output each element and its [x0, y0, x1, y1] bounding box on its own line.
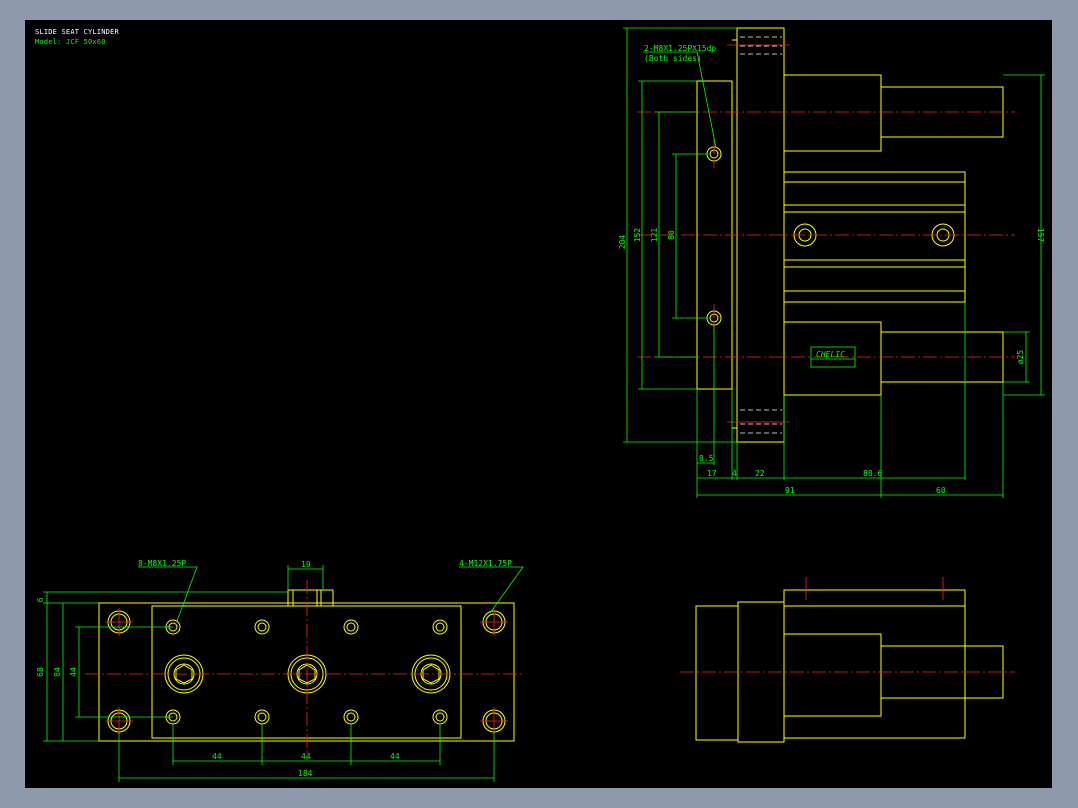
dim-8-5: 8.5 — [699, 454, 714, 463]
dim-4: 4 — [732, 469, 737, 478]
dim-91: 91 — [785, 486, 795, 495]
note-m8: 8-M8X1.25P — [138, 559, 186, 568]
side-view: CHELIC 2-M8X1.25PX15dp (Both sides) 204 … — [618, 27, 1045, 498]
dim-44-a: 44 — [212, 752, 222, 761]
dim-80: 80 — [667, 230, 676, 240]
top-view: 8-M8X1.25P 4-M12X1.75P 19 6 68 84 44 44 … — [36, 559, 525, 782]
drawing-canvas: SLIDE SEAT CYLINDER Model: JCF 50x60 CHE… — [25, 20, 1052, 788]
dim-68: 68 — [36, 667, 45, 677]
dim-17: 17 — [707, 469, 717, 478]
top-port-block — [287, 589, 334, 607]
dim-184: 184 — [298, 769, 313, 778]
dim-44-vertical: 44 — [69, 667, 78, 677]
dim-60: 60 — [936, 486, 946, 495]
dim-88-6: 88.6 — [863, 469, 882, 478]
dim-204: 204 — [618, 235, 627, 250]
cad-drawing: CHELIC 2-M8X1.25PX15dp (Both sides) 204 … — [36, 27, 1045, 782]
top-base-plate — [98, 602, 515, 742]
dim-44-b: 44 — [301, 752, 311, 761]
note-m12: 4-M12X1.75P — [459, 559, 512, 568]
dim-121: 121 — [650, 228, 659, 243]
note-tap: 2-M8X1.25PX15dp — [644, 44, 716, 53]
end-front-plate — [695, 605, 739, 741]
brand-text: CHELIC — [816, 350, 845, 359]
dim-84: 84 — [53, 667, 62, 677]
dim-dia25: ø25 — [1016, 350, 1025, 365]
dim-44-c: 44 — [390, 752, 400, 761]
upper-rod-housing — [783, 74, 882, 152]
end-rod-housing — [783, 633, 882, 717]
end-view — [680, 577, 1015, 743]
dim-152: 152 — [633, 228, 642, 243]
dim-19: 19 — [301, 560, 311, 569]
dim-22: 22 — [755, 469, 765, 478]
dim-6: 6 — [36, 597, 45, 602]
note-tap-sub: (Both sides) — [644, 54, 702, 63]
dim-157: 157 — [1036, 228, 1045, 243]
